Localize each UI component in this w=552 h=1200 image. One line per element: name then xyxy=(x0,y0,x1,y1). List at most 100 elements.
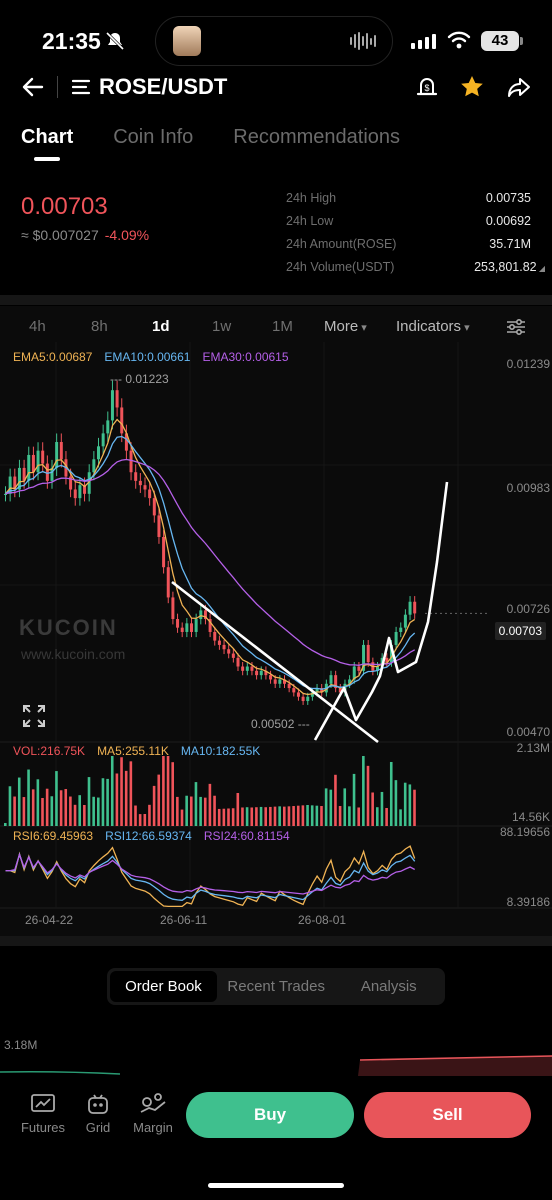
timeframe-1d[interactable]: 1d xyxy=(152,318,170,335)
volume-bar xyxy=(36,779,40,826)
buy-button[interactable]: Buy xyxy=(186,1092,354,1138)
rsi12-label: RSI12:66.59374 xyxy=(105,829,192,843)
volume-bar xyxy=(278,806,281,826)
volume-bar xyxy=(45,788,49,826)
candle-body xyxy=(231,653,235,658)
candle-body xyxy=(166,567,170,598)
grid-label: Grid xyxy=(85,1120,111,1135)
x-label-date: 26-04-22 xyxy=(25,913,74,927)
volume-bar xyxy=(41,798,44,826)
volume-bar xyxy=(283,806,286,826)
tab-recent-trades[interactable]: Recent Trades xyxy=(220,968,333,1005)
volume-bar xyxy=(148,804,151,826)
cellular-signal-icon xyxy=(411,34,436,49)
indicators-dropdown[interactable]: Indicators xyxy=(396,318,470,335)
volume-bar xyxy=(287,806,291,826)
volume-bar xyxy=(50,796,54,826)
tab-analysis[interactable]: Analysis xyxy=(332,968,445,1005)
stat-row[interactable]: 24h Volume(USDT) 253,801.82 xyxy=(286,260,545,283)
fullscreen-expand-icon[interactable] xyxy=(22,704,46,728)
y-label-price: 0.00983 xyxy=(506,481,550,495)
candle-body xyxy=(301,696,305,702)
menu-icon[interactable] xyxy=(72,78,92,96)
candle-body xyxy=(115,390,119,408)
timeframe-1m[interactable]: 1M xyxy=(272,318,293,335)
candle-body xyxy=(292,688,296,693)
y-label-vol-min: 14.56K xyxy=(511,810,550,824)
dynamic-island xyxy=(155,16,393,66)
volume-bar xyxy=(194,782,198,826)
volume-bar xyxy=(97,797,100,826)
candle-body xyxy=(97,446,100,460)
futures-label: Futures xyxy=(20,1120,66,1135)
timeframe-8h[interactable]: 8h xyxy=(91,318,108,335)
candle-body xyxy=(41,450,45,464)
tab-recommendations[interactable]: Recommendations xyxy=(233,126,400,161)
candle-body xyxy=(185,623,189,632)
candle-body xyxy=(129,450,133,473)
nav-grid[interactable]: Grid xyxy=(70,1092,126,1135)
volume-bar xyxy=(231,808,235,826)
share-icon[interactable] xyxy=(506,74,532,100)
candle-body xyxy=(73,489,77,499)
pair-title[interactable]: ROSE/USDT xyxy=(99,74,227,100)
orderbook-tabs: Order Book Recent Trades Analysis xyxy=(107,968,445,1005)
volume-bar xyxy=(166,756,170,826)
volume-bars xyxy=(4,756,416,826)
volume-bar xyxy=(13,796,16,826)
back-arrow-icon[interactable] xyxy=(20,74,46,100)
stat-label: 24h High xyxy=(286,191,337,205)
candle-body xyxy=(217,640,221,645)
timeframe-4h[interactable]: 4h xyxy=(29,318,46,335)
y-label-price: 0.00726 xyxy=(506,602,550,616)
vol-ma10-label: MA10:182.55K xyxy=(180,744,261,758)
stat-value: 0.00735 xyxy=(485,191,531,205)
nav-futures[interactable]: Futures xyxy=(15,1092,71,1135)
tab-chart[interactable]: Chart xyxy=(21,126,73,161)
nav-margin[interactable]: Margin xyxy=(125,1092,181,1135)
status-time: 21:35 xyxy=(42,28,101,54)
volume-bar xyxy=(222,808,226,826)
volume-bar xyxy=(343,788,347,826)
volume-bar xyxy=(338,806,342,826)
volume-bar xyxy=(129,761,133,826)
favorite-star-icon[interactable] xyxy=(459,74,485,100)
usd-equivalent: ≈ $0.007027 xyxy=(21,227,99,243)
candle-body xyxy=(78,485,82,499)
tab-coin-info[interactable]: Coin Info xyxy=(113,126,193,161)
timeframe-1w[interactable]: 1w xyxy=(212,318,231,335)
volume-bar xyxy=(399,809,402,826)
candle-body xyxy=(278,679,282,684)
volume-bar xyxy=(171,762,174,826)
volume-bar xyxy=(245,807,249,826)
more-timeframes-dropdown[interactable]: More xyxy=(324,318,367,335)
x-label-date: 26-06-11 xyxy=(160,913,208,927)
volume-bar xyxy=(371,792,374,826)
tab-order-book[interactable]: Order Book xyxy=(110,971,217,1002)
kucoin-watermark: KUCOIN xyxy=(19,615,118,640)
y-label-rsi-max: 88.19656 xyxy=(499,825,550,839)
margin-label: Margin xyxy=(133,1120,173,1135)
stats-panel: 24h High 0.00735 24h Low 0.00692 24h Amoun… xyxy=(286,191,545,283)
volume-bar xyxy=(8,786,12,826)
current-price-tag: 0.00703 xyxy=(494,622,546,640)
volume-bar xyxy=(73,804,77,826)
volume-bar xyxy=(87,777,91,826)
candle-body xyxy=(250,666,254,671)
volume-bar xyxy=(315,805,319,826)
candle-body xyxy=(101,433,105,447)
stat-label: 24h Volume(USDT) xyxy=(286,260,395,274)
price-alert-icon[interactable]: $ xyxy=(414,74,440,100)
wifi-icon xyxy=(447,31,471,49)
volume-bar xyxy=(217,808,221,826)
candle-body xyxy=(366,644,370,663)
chart-settings-icon[interactable] xyxy=(505,316,527,338)
volume-bar xyxy=(385,808,388,826)
candle-body xyxy=(259,670,263,676)
chart-panel[interactable]: 4h 8h 1d 1w 1M More Indicators KUCOIN ww… xyxy=(0,306,552,936)
stat-label: 24h Low xyxy=(286,214,334,228)
volume-bar xyxy=(324,788,328,826)
sell-button[interactable]: Sell xyxy=(364,1092,531,1138)
candle-body xyxy=(27,454,31,481)
last-price: 0.00703 xyxy=(21,193,108,220)
